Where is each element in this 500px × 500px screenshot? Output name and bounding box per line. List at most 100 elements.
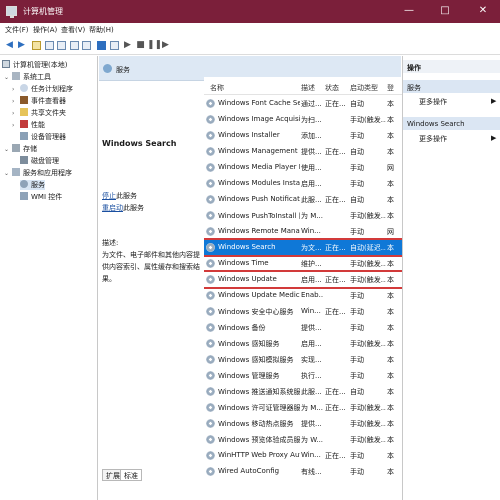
export-list-icon[interactable] — [57, 41, 66, 50]
service-description: 为文... — [301, 244, 322, 252]
start-service-icon[interactable]: ▶ — [122, 40, 133, 51]
service-name: Windows 备份 — [218, 324, 266, 332]
service-description: 启用... — [301, 340, 322, 348]
tree-wmi[interactable]: WMI 控件 — [20, 192, 62, 202]
gear-icon — [20, 180, 28, 188]
column-logon[interactable]: 登 — [387, 83, 394, 93]
service-startup-type: 手动 — [350, 324, 364, 332]
column-startup-type[interactable]: 启动类型 — [350, 83, 378, 93]
service-name: Windows Time — [218, 259, 269, 267]
menu-help[interactable]: 帮助(H) — [89, 25, 114, 35]
tree-services[interactable]: 服务 — [20, 180, 45, 190]
collapse-icon[interactable]: ⌄ — [4, 170, 12, 177]
show-tree-icon[interactable] — [45, 41, 54, 50]
service-logon: 本 — [387, 244, 394, 252]
menu-view[interactable]: 查看(V) — [61, 25, 85, 35]
service-description: 执行... — [301, 372, 322, 380]
actions-header: 操作 — [403, 60, 500, 73]
pause-service-icon[interactable]: ❚❚ — [147, 40, 162, 51]
service-description: 此服... — [301, 196, 322, 204]
gear-icon — [206, 291, 215, 300]
actions-section-services[interactable]: 服务 — [403, 80, 500, 93]
center-header-title: 服务 — [116, 66, 130, 74]
tree-performance[interactable]: › 性能 — [12, 120, 45, 130]
restart-service-link[interactable]: 重启动 — [102, 203, 123, 213]
expand-icon[interactable]: › — [12, 110, 20, 117]
service-status: 正在... — [325, 148, 346, 156]
service-status: 正在... — [325, 244, 346, 252]
gear-icon — [206, 259, 215, 268]
minimize-button[interactable]: — — [401, 3, 417, 19]
tree-root[interactable]: 计算机管理(本地) — [2, 60, 67, 70]
tree-system-tools[interactable]: ⌄ 系统工具 — [4, 72, 51, 82]
description-panel: Windows Search 停止 此服务 重启动 此服务 描述: 为文件、电子… — [99, 81, 202, 500]
service-name: Windows 许可证管理器服务 — [218, 404, 300, 412]
service-description: 为 M... — [301, 212, 323, 220]
tree-shared-folders[interactable]: › 共享文件夹 — [12, 108, 66, 118]
service-logon: 本 — [387, 292, 394, 300]
service-logon: 本 — [387, 180, 394, 188]
expand-icon[interactable]: › — [12, 122, 20, 129]
tree-services-label: 服务 — [31, 181, 45, 189]
shared-folder-icon — [20, 108, 28, 116]
service-description: 通过... — [301, 100, 322, 108]
menu-action[interactable]: 操作(A) — [33, 25, 57, 35]
service-status: 正在... — [325, 308, 346, 316]
gear-icon — [206, 387, 215, 396]
column-description[interactable]: 描述 — [301, 83, 315, 93]
maximize-button[interactable]: □ — [437, 3, 453, 19]
collapse-icon[interactable]: ⌄ — [4, 146, 12, 153]
tree-event-viewer[interactable]: › 事件查看器 — [12, 96, 66, 106]
properties-icon[interactable] — [82, 41, 91, 50]
more-actions-windows-search[interactable]: 更多操作 — [419, 134, 447, 144]
service-startup-type: 手动 — [350, 164, 364, 172]
gear-icon — [206, 179, 215, 188]
refresh-icon[interactable] — [70, 41, 79, 50]
close-button[interactable]: ✕ — [475, 3, 491, 19]
service-status: 正在... — [325, 100, 346, 108]
actions-section-windows-search-label: Windows Search — [407, 120, 465, 128]
tree-services-apps[interactable]: ⌄ 服务和应用程序 — [4, 168, 72, 178]
service-description: Win... — [301, 307, 321, 315]
service-logon: 本 — [387, 148, 394, 156]
tree-device-manager[interactable]: 设备管理器 — [20, 132, 66, 142]
tree-task-scheduler-label: 任务计划程序 — [31, 85, 73, 93]
tab-standard[interactable]: 标准 — [120, 469, 142, 481]
column-name[interactable]: 名称 — [210, 83, 224, 93]
service-description: 提供... — [301, 324, 322, 332]
stop-service-icon[interactable]: ■ — [135, 40, 146, 51]
service-description: 提供... — [301, 420, 322, 428]
help-icon[interactable] — [97, 41, 106, 50]
menu-file[interactable]: 文件(F) — [5, 25, 29, 35]
service-logon: 本 — [387, 468, 394, 476]
service-description: Enab... — [301, 291, 323, 299]
restart-service-icon[interactable]: ▶ — [160, 40, 171, 51]
service-description: 启用... — [301, 276, 322, 284]
performance-icon — [20, 120, 28, 128]
description-text: 为文件、电子邮件和其他内容提供内容索引、属性缓存和搜索结果。 — [102, 251, 200, 283]
service-description: 有线... — [301, 468, 322, 476]
stop-service-link[interactable]: 停止 — [102, 191, 116, 201]
more-actions-services[interactable]: 更多操作 — [419, 97, 447, 107]
collapse-icon[interactable]: ⌄ — [4, 74, 12, 81]
service-startup-type: 手动(触发... — [350, 436, 386, 444]
gear-icon — [206, 211, 215, 220]
service-startup-type: 手动 — [350, 356, 364, 364]
column-status[interactable]: 状态 — [325, 83, 339, 93]
actions-section-windows-search[interactable]: Windows Search — [403, 117, 500, 130]
service-name: Windows Remote Manage... — [218, 227, 300, 235]
console-icon[interactable] — [110, 41, 119, 50]
back-icon[interactable]: ◀ — [4, 40, 15, 51]
expand-icon[interactable]: › — [12, 86, 20, 93]
up-folder-icon[interactable] — [32, 41, 41, 50]
service-startup-type: 自动(延迟... — [350, 244, 386, 252]
forward-icon[interactable]: ▶ — [16, 40, 27, 51]
expand-icon[interactable]: › — [12, 98, 20, 105]
tree-task-scheduler[interactable]: › 任务计划程序 — [12, 84, 73, 94]
storage-icon — [12, 144, 20, 152]
service-logon: 本 — [387, 324, 394, 332]
gear-icon — [206, 403, 215, 412]
tree-storage[interactable]: ⌄ 存储 — [4, 144, 37, 154]
description-label: 描述: — [102, 239, 119, 247]
tree-disk-management[interactable]: 磁盘管理 — [20, 156, 59, 166]
